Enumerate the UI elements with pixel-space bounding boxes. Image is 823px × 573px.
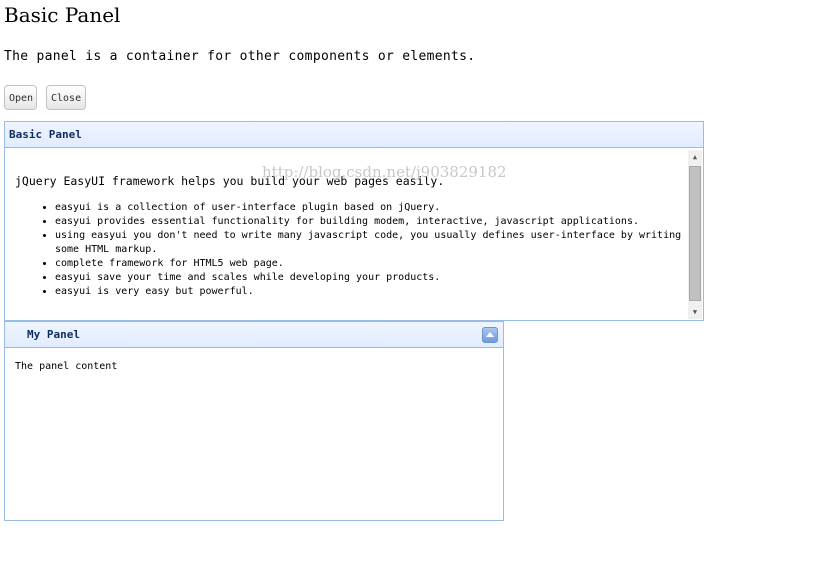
triangle-down-icon[interactable]: ▼ <box>688 305 702 319</box>
close-button[interactable]: Close <box>46 85 86 110</box>
list-item: easyui save your time and scales while d… <box>55 271 687 285</box>
list-item: using easyui you don't need to write man… <box>55 229 687 257</box>
my-panel-title: My Panel <box>27 328 80 341</box>
page-intro: The panel is a container for other compo… <box>4 49 476 64</box>
open-button[interactable]: Open <box>4 85 37 110</box>
page-title: Basic Panel <box>4 3 121 27</box>
my-panel-body: The panel content <box>5 349 503 520</box>
basic-panel: Basic Panel jQuery EasyUI framework help… <box>4 121 704 321</box>
my-panel-content: The panel content <box>15 361 118 372</box>
list-item: easyui provides essential functionality … <box>55 215 687 229</box>
vertical-scrollbar[interactable]: ▲ ▼ <box>688 150 702 319</box>
list-item: easyui is very easy but powerful. <box>55 285 687 299</box>
basic-panel-title: Basic Panel <box>9 128 82 141</box>
feature-list: easyui is a collection of user-interface… <box>15 201 687 299</box>
page: Basic Panel The panel is a container for… <box>0 0 823 573</box>
list-item: easyui is a collection of user-interface… <box>55 201 687 215</box>
list-item: complete framework for HTML5 web page. <box>55 257 687 271</box>
my-panel-header: My Panel <box>5 322 503 348</box>
triangle-up-icon[interactable]: ▲ <box>688 150 702 164</box>
my-panel: My Panel The panel content <box>4 321 504 521</box>
scrollbar-thumb[interactable] <box>689 166 701 301</box>
collapse-up-icon[interactable] <box>482 327 498 343</box>
watermark: http://blog.csdn.net/j903829182 <box>262 163 507 181</box>
basic-panel-header: Basic Panel <box>5 122 703 148</box>
